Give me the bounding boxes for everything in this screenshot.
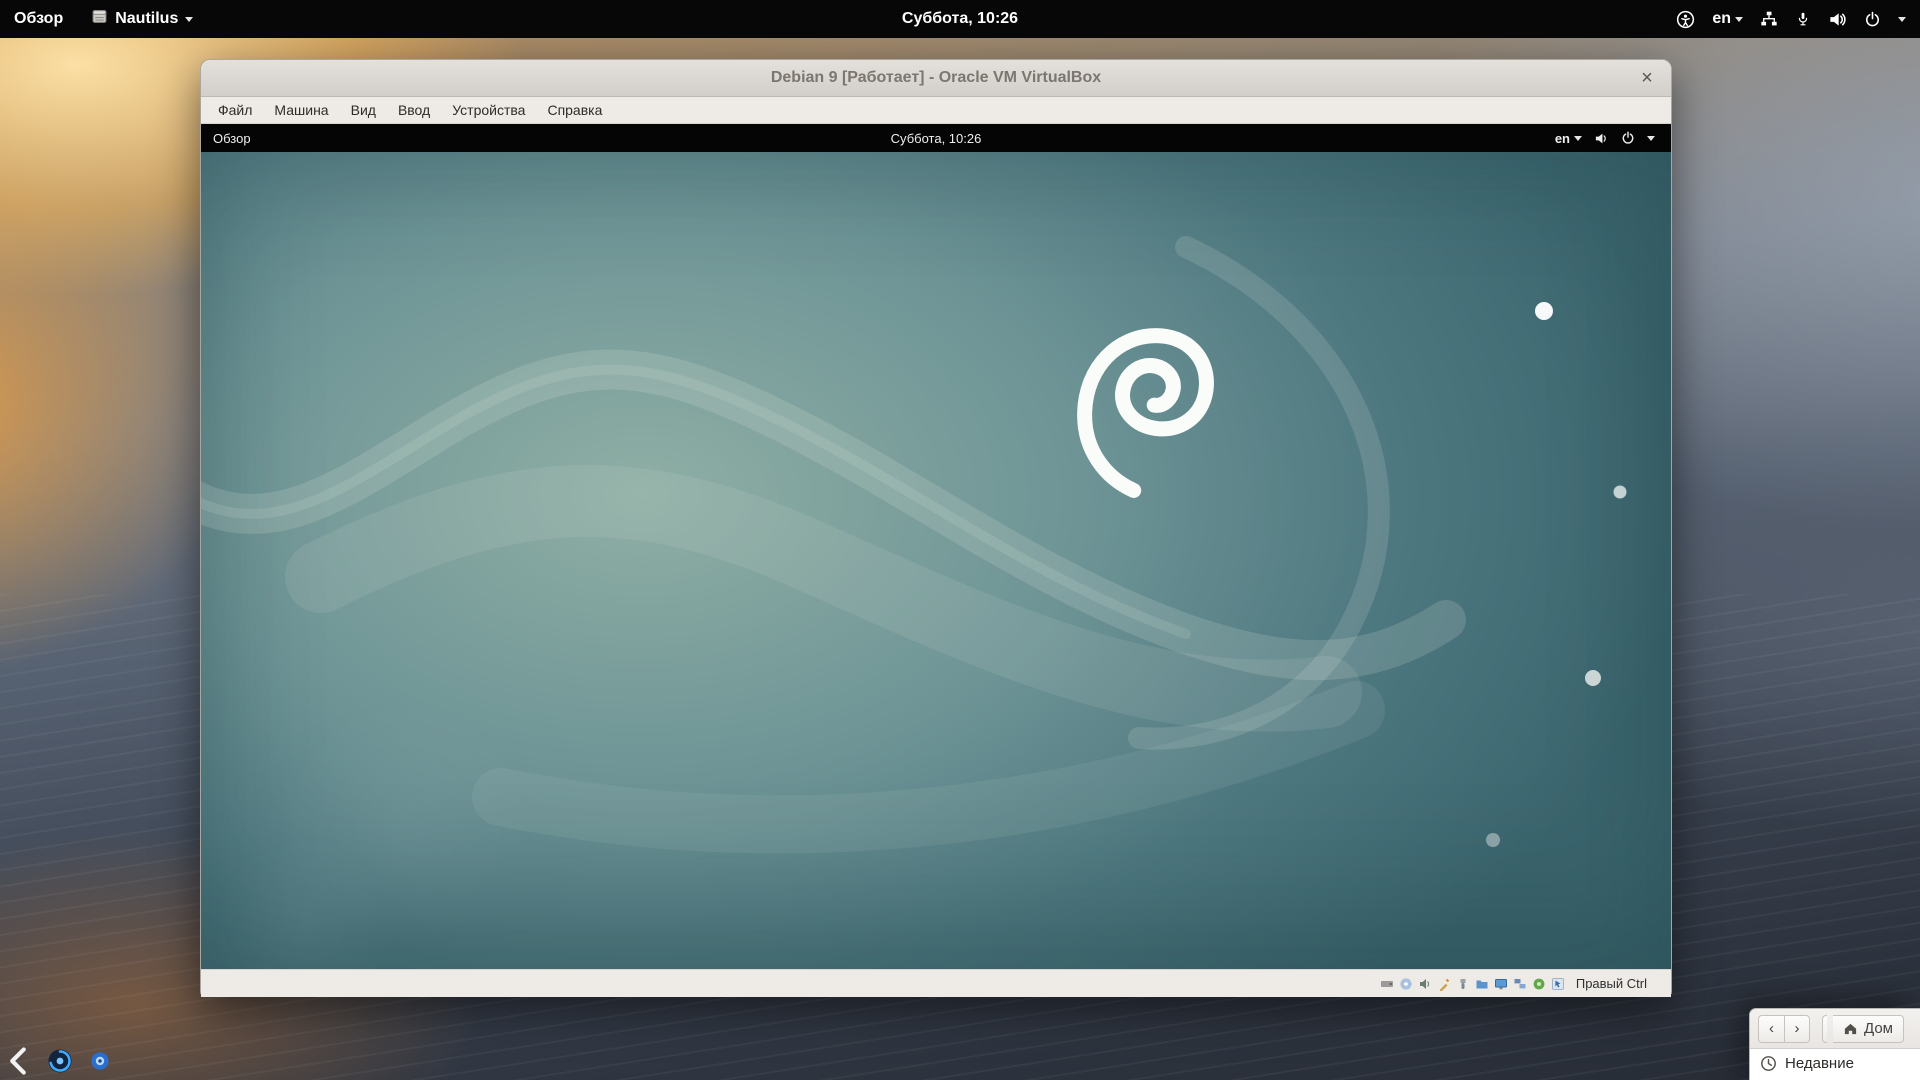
menu-view[interactable]: Вид — [340, 97, 387, 123]
guest-volume-icon[interactable] — [1594, 131, 1609, 146]
keyboard-layout-label: en — [1712, 10, 1731, 28]
app-menu-button[interactable]: Nautilus — [77, 0, 207, 38]
debian-wallpaper-art — [201, 152, 1671, 969]
menu-input[interactable]: Ввод — [387, 97, 441, 123]
guest-activities-button[interactable]: Обзор — [201, 124, 263, 152]
guest-desktop[interactable] — [201, 152, 1671, 969]
chevron-down-icon — [185, 17, 193, 22]
system-menu-button[interactable] — [1898, 17, 1906, 22]
pathbar-edge — [1822, 1015, 1827, 1043]
chevron-left-icon[interactable] — [6, 1046, 30, 1076]
status-features-icon[interactable] — [1532, 977, 1546, 991]
virtualbox-window: Debian 9 [Работает] - Oracle VM VirtualB… — [200, 59, 1672, 996]
status-audio-icon[interactable] — [1418, 977, 1432, 991]
status-recording-icon[interactable] — [1437, 977, 1451, 991]
menubar: Файл Машина Вид Ввод Устройства Справка — [201, 97, 1671, 124]
sidebar-item-recent[interactable]: Недавние — [1750, 1049, 1920, 1080]
vbox-statusbar: Правый Ctrl — [201, 969, 1671, 997]
host-key-label: Правый Ctrl — [1576, 976, 1647, 991]
window-title: Debian 9 [Работает] - Oracle VM VirtualB… — [771, 69, 1101, 87]
menu-machine[interactable]: Машина — [263, 97, 339, 123]
microphone-icon[interactable] — [1795, 11, 1811, 27]
accessibility-icon[interactable] — [1676, 10, 1695, 29]
volume-icon[interactable] — [1828, 10, 1847, 29]
forward-button[interactable]: › — [1784, 1015, 1810, 1043]
home-button-label: Дом — [1864, 1020, 1893, 1037]
guest-topbar: Обзор Суббота, 10:26 en — [201, 124, 1671, 152]
home-button[interactable]: Дом — [1833, 1015, 1904, 1043]
desktop-dot — [1585, 670, 1601, 686]
app-icon[interactable] — [90, 1051, 110, 1071]
window-titlebar[interactable]: Debian 9 [Работает] - Oracle VM VirtualB… — [201, 60, 1671, 97]
status-usb-icon[interactable] — [1456, 977, 1470, 991]
file-chooser-dialog: ‹ › Дом Недавние — [1749, 1008, 1920, 1080]
status-harddisk-icon[interactable] — [1380, 977, 1394, 991]
status-mouse-icon[interactable] — [1551, 977, 1565, 991]
menu-help[interactable]: Справка — [536, 97, 613, 123]
status-network-icon[interactable] — [1513, 977, 1527, 991]
desktop-dot — [1614, 486, 1627, 499]
host-clock[interactable]: Суббота, 10:26 — [902, 10, 1018, 28]
close-button[interactable]: × — [1633, 64, 1661, 92]
host-topbar: Обзор Nautilus Суббота, 10:26 en — [0, 0, 1920, 38]
guest-clock[interactable]: Суббота, 10:26 — [891, 131, 982, 146]
activities-button[interactable]: Обзор — [0, 0, 77, 38]
status-optical-icon[interactable] — [1399, 977, 1413, 991]
host-dock — [6, 1046, 110, 1076]
status-sharedfolders-icon[interactable] — [1475, 977, 1489, 991]
chevron-down-icon — [1735, 17, 1743, 22]
chevron-down-icon — [1574, 136, 1582, 141]
vm-screen[interactable]: Обзор Суббота, 10:26 en — [201, 124, 1671, 969]
guest-keyboard-layout-label: en — [1555, 131, 1570, 146]
network-icon[interactable] — [1760, 10, 1778, 28]
status-display-icon[interactable] — [1494, 977, 1508, 991]
guest-keyboard-layout-button[interactable]: en — [1555, 131, 1582, 146]
menu-devices[interactable]: Устройства — [441, 97, 536, 123]
file-dialog-header: ‹ › Дом — [1750, 1009, 1920, 1049]
home-icon — [1843, 1021, 1858, 1036]
nautilus-icon — [91, 8, 108, 30]
chevron-down-icon — [1898, 17, 1906, 22]
activities-label: Обзор — [14, 10, 63, 28]
desktop-dot — [1535, 302, 1553, 320]
guest-power-icon[interactable] — [1621, 131, 1635, 145]
keyboard-layout-button[interactable]: en — [1712, 10, 1743, 28]
chevron-down-icon — [1647, 136, 1655, 141]
app-menu-label: Nautilus — [115, 10, 178, 28]
debian-swirl-logo — [1085, 336, 1207, 491]
guest-system-menu-button[interactable] — [1647, 136, 1655, 141]
back-button[interactable]: ‹ — [1758, 1015, 1784, 1043]
clock-icon — [1760, 1055, 1777, 1072]
menu-file[interactable]: Файл — [207, 97, 263, 123]
power-icon[interactable] — [1864, 11, 1881, 28]
browser-icon[interactable] — [47, 1048, 73, 1074]
desktop-dot — [1486, 833, 1500, 847]
sidebar-item-recent-label: Недавние — [1785, 1055, 1854, 1072]
